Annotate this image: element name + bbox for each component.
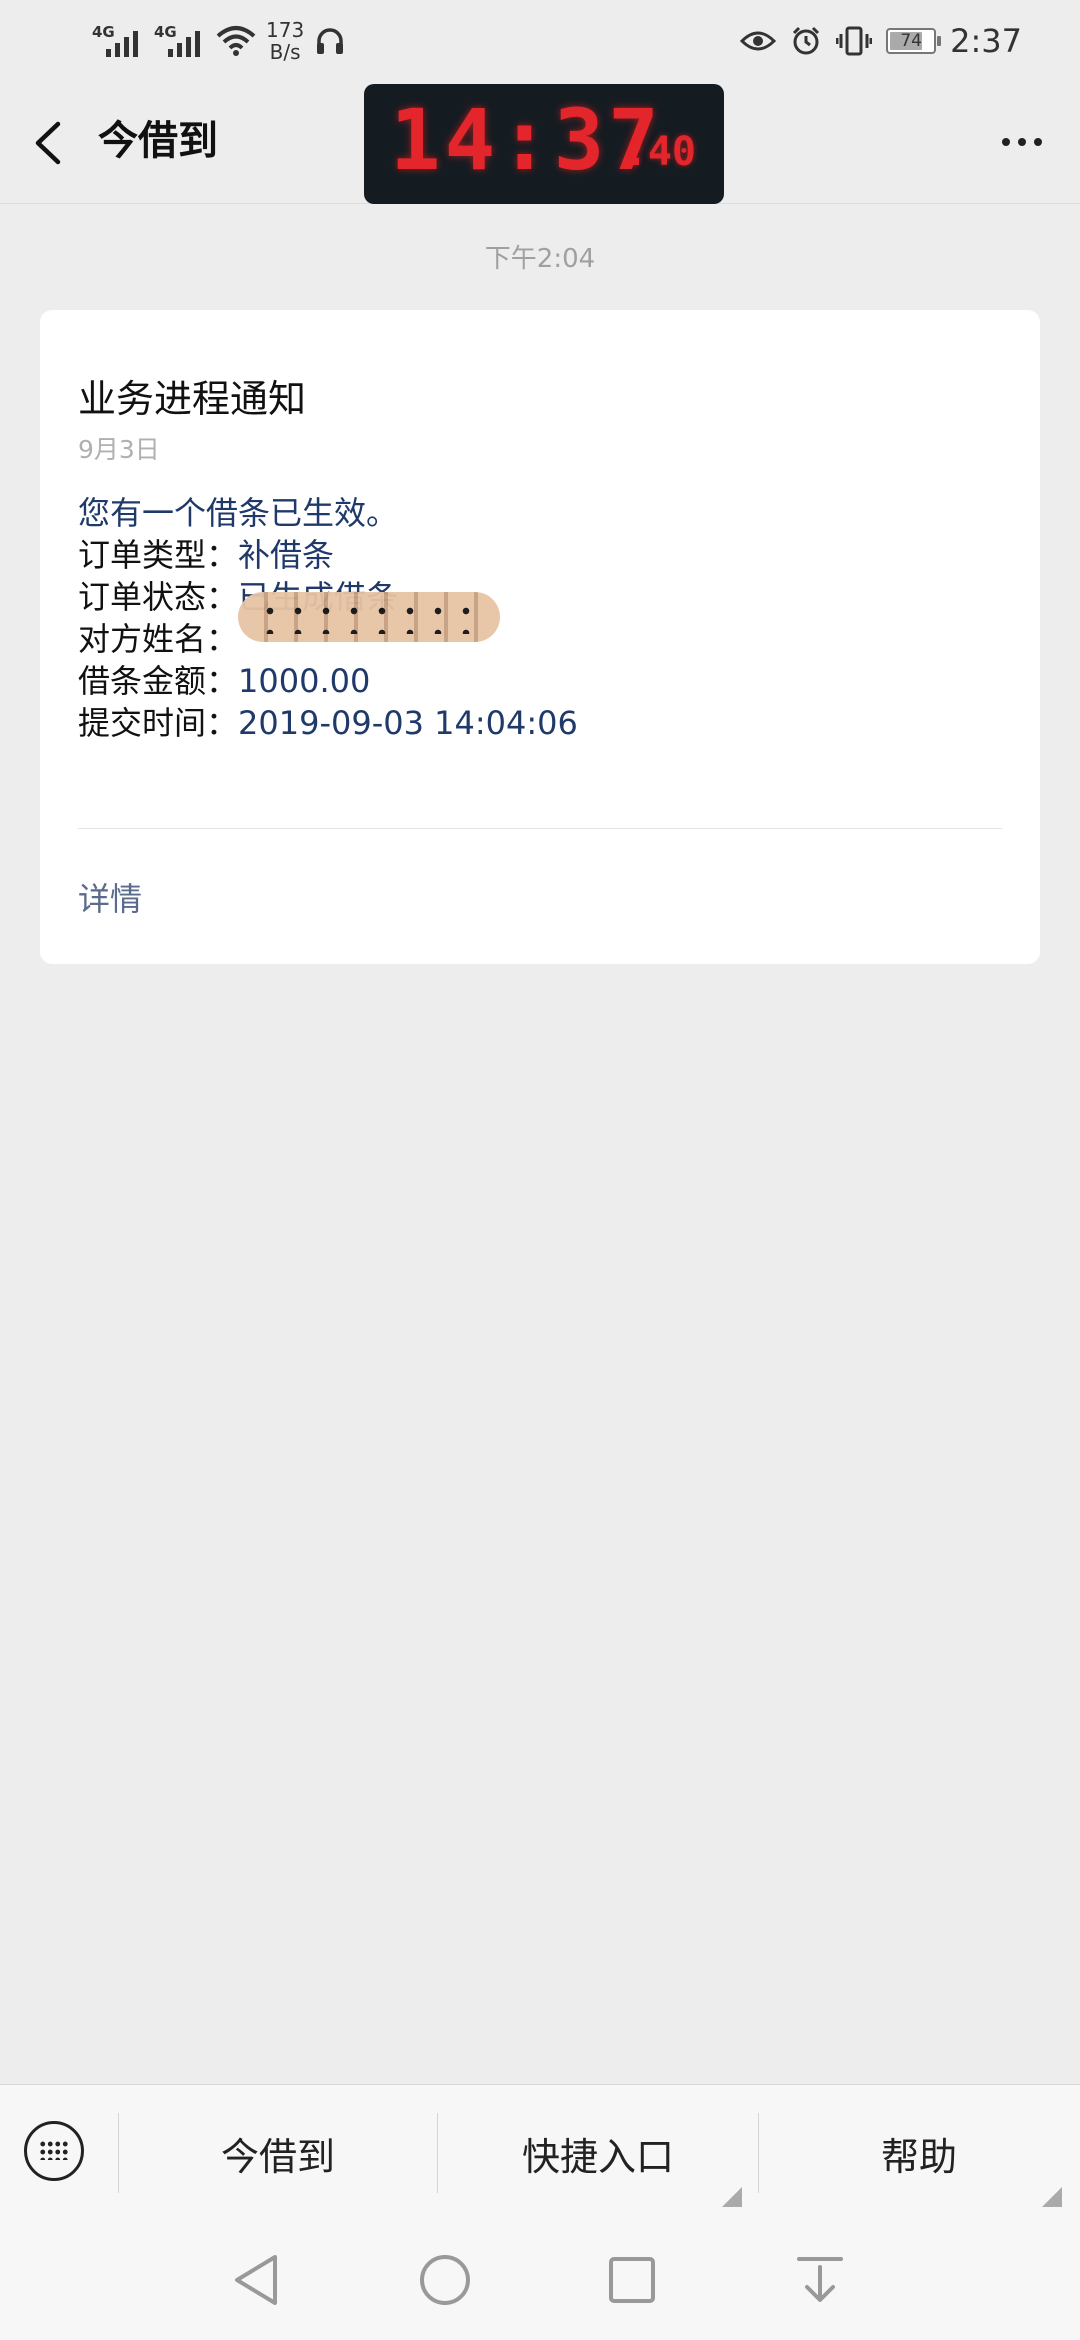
- notification-card[interactable]: 业务进程通知 9月3日 您有一个借条已生效。 订单类型：补借条 订单状态：已生成…: [40, 310, 1040, 964]
- clock-hours: 14: [390, 91, 500, 189]
- redaction-mosaic: [238, 592, 500, 642]
- card-title: 业务进程通知: [78, 377, 307, 421]
- back-button[interactable]: [28, 118, 68, 168]
- square-recents-icon: [609, 2257, 655, 2303]
- page-title: 今借到: [98, 118, 218, 164]
- clock-colon: :: [499, 91, 554, 189]
- submenu-indicator-icon: [1042, 2187, 1062, 2207]
- message-timestamp: 下午2:04: [484, 244, 596, 274]
- menu-item-shortcuts[interactable]: 快捷入口: [438, 2085, 758, 2221]
- keyboard-toggle-button[interactable]: [24, 2121, 84, 2181]
- signal-icon: 4G: [92, 21, 144, 61]
- menu-item-jinjiedao[interactable]: 今借到: [119, 2085, 437, 2221]
- card-intro: 您有一个借条已生效。: [78, 494, 399, 532]
- field-row: 提交时间：2019-09-03 14:04:06: [78, 702, 578, 744]
- status-time: 2:37: [950, 22, 1022, 60]
- battery-level: 74: [900, 31, 922, 51]
- status-bar-left: 4G 4G 173 B/s: [92, 16, 346, 66]
- field-label: 订单状态：: [78, 578, 239, 616]
- field-label: 订单类型：: [78, 536, 239, 574]
- card-body: 您有一个借条已生效。 订单类型：补借条 订单状态：已生成借条 对方姓名： 借条金…: [78, 492, 578, 744]
- field-row: 订单类型：补借条: [78, 534, 578, 576]
- eye-icon: [740, 31, 777, 51]
- field-value: 补借条: [238, 536, 335, 574]
- clock-colon-small: :: [623, 129, 648, 175]
- pull-down-icon: [797, 2257, 843, 2302]
- field-label: 借条金额：: [78, 662, 239, 700]
- more-icon-dot: [1002, 138, 1010, 146]
- more-icon-dot: [1034, 138, 1042, 146]
- submenu-indicator-icon: [722, 2187, 742, 2207]
- vibrate-icon: [836, 26, 873, 56]
- field-value: 1000.00: [238, 662, 371, 700]
- triangle-back-icon: [235, 2255, 277, 2305]
- speed-unit: B/s: [269, 40, 301, 64]
- card-divider: [78, 828, 1002, 829]
- field-label: 提交时间：: [78, 704, 239, 742]
- status-bar-right: 74 2:37: [740, 16, 1022, 66]
- clock-seconds: 40: [647, 129, 696, 175]
- nav-back-button[interactable]: [226, 2250, 286, 2310]
- battery-icon: 74: [886, 28, 942, 54]
- keyboard-icon: [39, 2140, 69, 2160]
- more-icon-dot: [1018, 138, 1026, 146]
- floating-clock-widget[interactable]: 14:37 :40: [364, 84, 724, 204]
- alarm-icon: [793, 26, 820, 55]
- floating-clock-seconds: :40: [624, 130, 696, 174]
- speed-value: 173: [266, 18, 305, 42]
- nav-home-button[interactable]: [415, 2250, 475, 2310]
- field-value: 2019-09-03 14:04:06: [238, 704, 578, 742]
- headphones-icon: [317, 28, 344, 54]
- wifi-icon: [216, 26, 256, 56]
- status-bar: 4G 4G 173 B/s 74 2:37: [0, 0, 1080, 80]
- bottom-menu-bar: 今借到 快捷入口 帮助: [0, 2084, 1080, 2221]
- card-date: 9月3日: [78, 435, 160, 464]
- more-button[interactable]: [992, 122, 1052, 162]
- nav-recents-button[interactable]: [602, 2250, 662, 2310]
- field-label: 对方姓名：: [78, 620, 239, 658]
- chevron-left-icon: [35, 121, 61, 165]
- menu-item-help[interactable]: 帮助: [759, 2085, 1079, 2221]
- floating-clock-hm: 14:37: [390, 90, 663, 190]
- field-row: 借条金额：1000.00: [78, 660, 578, 702]
- details-link[interactable]: 详情: [78, 874, 142, 920]
- nav-notifications-button[interactable]: [790, 2250, 850, 2310]
- network-speed: 173 B/s: [266, 19, 304, 63]
- system-nav-bar: [0, 2220, 1080, 2340]
- signal-icon-2: 4G: [154, 21, 206, 61]
- circle-home-icon: [420, 2255, 470, 2305]
